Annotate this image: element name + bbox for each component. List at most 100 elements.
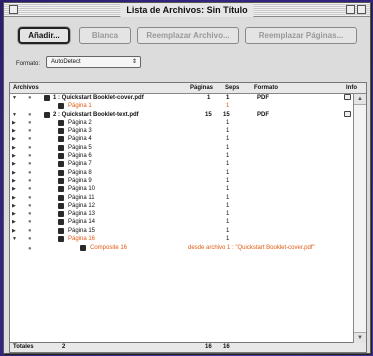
table-row[interactable]: ▶ ● Página 11 1 xyxy=(10,194,354,202)
add-button[interactable]: Añadir... xyxy=(18,27,70,44)
file-name: 2 : Quickstart Booklet-text.pdf xyxy=(53,111,139,118)
status-dot-icon: ● xyxy=(28,128,32,135)
page-name: Página 10 xyxy=(68,186,96,193)
table-row[interactable]: Página 1 1 xyxy=(10,102,354,110)
disclosure-collapsed-icon[interactable]: ▶ xyxy=(12,169,16,177)
sep-count: 1 xyxy=(226,194,230,201)
window-title: Lista de Archivos: Sin Título xyxy=(120,3,254,17)
status-dot-icon: ● xyxy=(28,177,32,184)
disclosure-collapsed-icon[interactable]: ▶ xyxy=(12,127,16,135)
status-dot-icon: ● xyxy=(28,194,32,201)
info-icon[interactable] xyxy=(344,110,351,117)
disclosure-collapsed-icon[interactable]: ▶ xyxy=(12,202,16,210)
sep-count: 1 xyxy=(226,236,230,243)
page-name: Página 16 xyxy=(68,236,96,243)
info-icon[interactable] xyxy=(344,94,351,100)
disclosure-collapsed-icon[interactable]: ▶ xyxy=(12,144,16,152)
scroll-down-icon[interactable]: ▼ xyxy=(354,332,366,343)
disclosure-expanded-icon[interactable]: ▼ xyxy=(12,235,17,243)
disclosure-collapsed-icon[interactable]: ▶ xyxy=(12,227,16,235)
table-row[interactable]: ▶ ● Página 10 1 xyxy=(10,185,354,193)
page-icon xyxy=(58,202,64,209)
table-row[interactable]: ● Composite 16 desde archivo 1 : "Quicksta… xyxy=(10,243,354,253)
page-name: Página 6 xyxy=(68,153,92,160)
blank-button[interactable]: Blanca xyxy=(79,27,131,44)
title-bar[interactable]: Lista de Archivos: Sin Título xyxy=(4,3,370,17)
page-name: Página 14 xyxy=(68,219,96,226)
disclosure-collapsed-icon[interactable]: ▶ xyxy=(12,119,16,127)
totals-label: Totales xyxy=(13,344,34,350)
sep-count: 1 xyxy=(226,103,230,110)
status-dot-icon: ● xyxy=(28,219,32,226)
sep-count: 1 xyxy=(226,128,230,135)
document-icon xyxy=(44,95,50,101)
page-icon xyxy=(58,103,64,110)
disclosure-collapsed-icon[interactable]: ▶ xyxy=(12,210,16,218)
page-icon xyxy=(58,169,64,176)
table-row[interactable]: ▼ ● 1 : Quickstart Booklet-cover.pdf 1 1… xyxy=(10,94,354,102)
header-formato[interactable]: Formato xyxy=(254,83,278,93)
replace-file-button[interactable]: Reemplazar Archivo... xyxy=(137,27,239,44)
table-row[interactable]: ▶ ● Página 5 1 xyxy=(10,144,354,152)
header-paginas[interactable]: Páginas xyxy=(190,83,213,93)
table-row[interactable]: ▶ ● Página 6 1 xyxy=(10,152,354,160)
replace-pages-button[interactable]: Reemplazar Páginas... xyxy=(245,27,357,44)
disclosure-collapsed-icon[interactable]: ▶ xyxy=(12,218,16,226)
totals-pages: 16 xyxy=(205,344,212,350)
page-name: Página 5 xyxy=(68,144,92,151)
vertical-scrollbar[interactable]: ▲ ▼ xyxy=(353,94,366,343)
table-row[interactable]: ▶ ● Página 12 1 xyxy=(10,202,354,210)
table-row[interactable]: ▼ ● 2 : Quickstart Booklet-text.pdf 15 1… xyxy=(10,110,354,119)
sep-count: 1 xyxy=(226,227,230,234)
format-select[interactable]: AutoDetect ⇕ xyxy=(46,56,141,68)
zoom-box-icon[interactable] xyxy=(346,5,355,14)
status-dot-icon: ● xyxy=(28,153,32,160)
format-label: Formato: xyxy=(16,61,41,67)
page-icon xyxy=(58,136,64,143)
composite-icon xyxy=(80,245,86,252)
page-name: Página 3 xyxy=(68,128,92,135)
file-list-window: Lista de Archivos: Sin Título Añadir... … xyxy=(3,2,371,354)
table-row[interactable]: ▶ ● Página 14 1 xyxy=(10,218,354,226)
disclosure-collapsed-icon[interactable]: ▶ xyxy=(12,177,16,185)
select-arrows-icon: ⇕ xyxy=(131,59,137,65)
disclosure-expanded-icon[interactable]: ▼ xyxy=(12,111,17,119)
table-row[interactable]: ▶ ● Página 3 1 xyxy=(10,127,354,135)
table-row[interactable]: ▶ ● Página 7 1 xyxy=(10,160,354,168)
sep-count: 1 xyxy=(226,153,230,160)
page-name: Página 8 xyxy=(68,169,92,176)
collapse-box-icon[interactable] xyxy=(357,5,366,14)
table-row[interactable]: ▶ ● Página 13 1 xyxy=(10,210,354,218)
table-row[interactable]: ▶ ● Página 2 1 xyxy=(10,119,354,127)
header-archivos[interactable]: Archivos xyxy=(13,83,39,93)
page-count: 1 xyxy=(207,95,211,101)
status-dot-icon: ● xyxy=(28,246,32,253)
toolbar: Añadir... Blanca Reemplazar Archivo... R… xyxy=(4,17,370,81)
disclosure-collapsed-icon[interactable]: ▶ xyxy=(12,160,16,168)
table-row[interactable]: ▶ ● Página 8 1 xyxy=(10,169,354,177)
status-dot-icon: ● xyxy=(28,202,32,209)
disclosure-collapsed-icon[interactable]: ▶ xyxy=(12,185,16,193)
table-row[interactable]: ▼ ● Página 16 1 xyxy=(10,235,354,243)
page-icon xyxy=(58,161,64,168)
close-box-icon[interactable] xyxy=(9,5,18,14)
table-row[interactable]: ▶ ● Página 15 1 xyxy=(10,227,354,235)
page-name: Página 9 xyxy=(68,177,92,184)
header-seps[interactable]: Seps xyxy=(225,83,239,93)
table-row[interactable]: ▶ ● Página 4 1 xyxy=(10,135,354,143)
page-name: Página 1 xyxy=(68,103,92,110)
sep-count: 1 xyxy=(226,136,230,143)
page-count: 15 xyxy=(205,111,212,118)
format-value: PDF xyxy=(257,111,269,118)
status-dot-icon: ● xyxy=(28,144,32,151)
disclosure-collapsed-icon[interactable]: ▶ xyxy=(12,194,16,202)
table-row[interactable]: ▶ ● Página 9 1 xyxy=(10,177,354,185)
page-icon xyxy=(58,128,64,135)
disclosure-collapsed-icon[interactable]: ▶ xyxy=(12,135,16,143)
header-info[interactable]: Info xyxy=(346,83,357,93)
scroll-up-icon[interactable]: ▲ xyxy=(354,94,366,105)
disclosure-collapsed-icon[interactable]: ▶ xyxy=(12,152,16,160)
page-name: Página 11 xyxy=(68,194,95,201)
format-value: PDF xyxy=(257,95,269,101)
disclosure-expanded-icon[interactable]: ▼ xyxy=(12,94,17,102)
